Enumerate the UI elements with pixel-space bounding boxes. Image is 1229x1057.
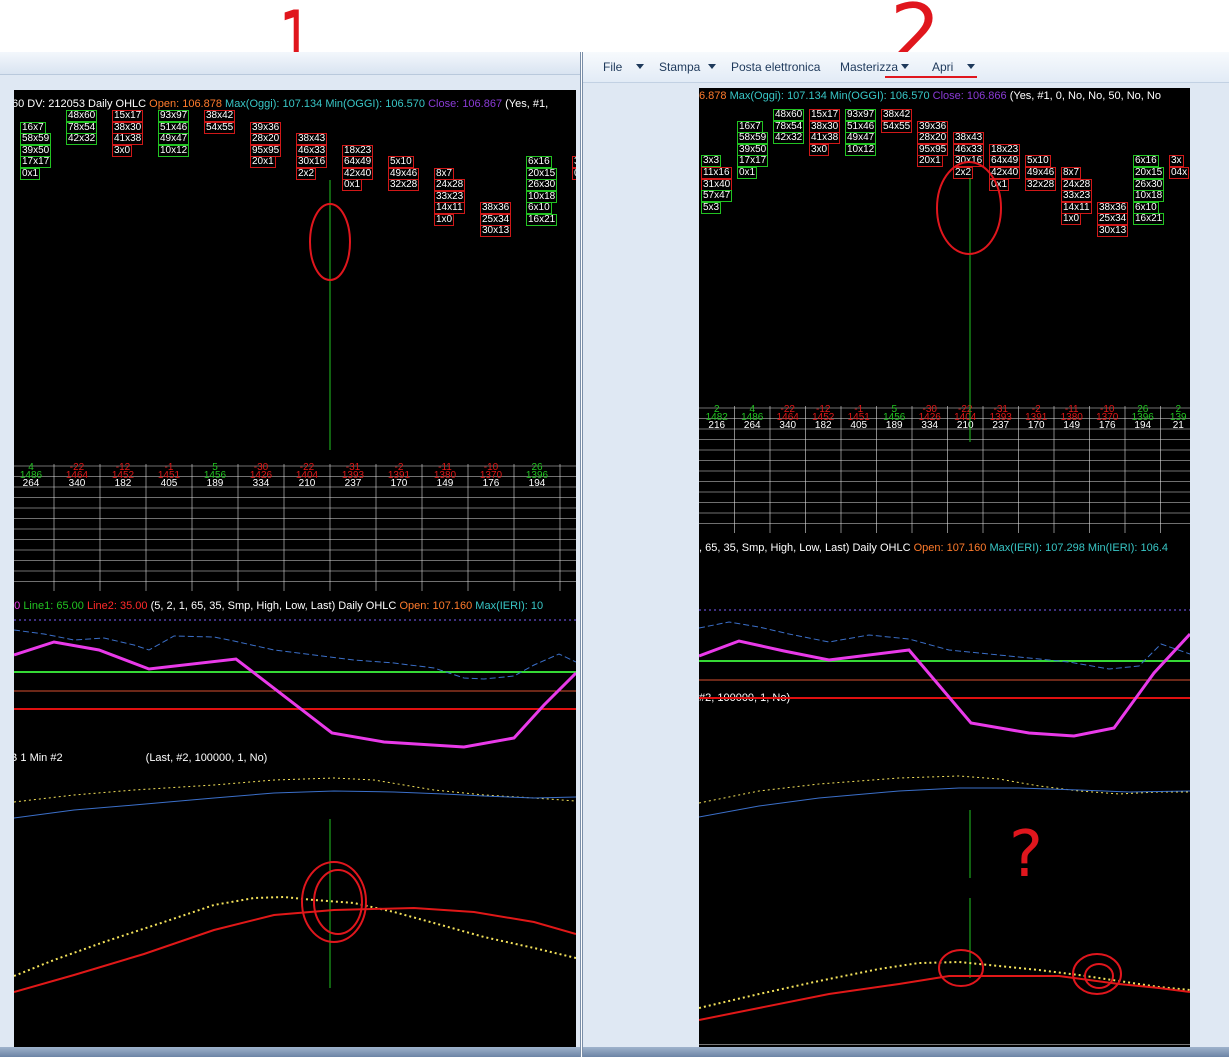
upper-blue-line xyxy=(14,790,576,819)
annotation-circle-fp xyxy=(936,161,1002,255)
annotation-circle-price-inner xyxy=(313,869,363,935)
toolbar-masterizza[interactable]: Masterizza xyxy=(840,60,898,74)
annotation-question-mark: ? xyxy=(1009,818,1043,892)
chart-area-right[interactable]: 6.878 Max(Oggi): 107.134 Min(OGGI): 106.… xyxy=(699,88,1190,1057)
upper-dotted-band xyxy=(699,775,1190,804)
osc-magenta xyxy=(14,640,576,749)
file-dropdown-icon[interactable] xyxy=(636,64,644,69)
osc-magenta xyxy=(699,632,1190,738)
window-title-strip xyxy=(0,52,580,75)
chart-lines-right xyxy=(699,161,1190,1021)
annotation-circle-price xyxy=(301,861,367,943)
annotation-circle-cross-1 xyxy=(938,949,984,987)
chart-area-left[interactable]: 60 DV: 212053 Daily OHLC Open: 106.878 M… xyxy=(14,90,576,1057)
toolbar-apri[interactable]: Apri xyxy=(932,60,953,74)
taskbar-strip xyxy=(583,1047,1229,1057)
explorer-toolbar: File Stampa Posta elettronica Masterizza… xyxy=(583,52,1229,83)
stampa-dropdown-icon[interactable] xyxy=(708,64,716,69)
chart-lines-left xyxy=(14,180,576,993)
chart-window-right[interactable]: File Stampa Posta elettronica Masterizza… xyxy=(582,52,1229,1057)
upper-dotted-band xyxy=(14,777,576,803)
masterizza-dropdown-icon[interactable] xyxy=(901,64,909,69)
upper-blue-line xyxy=(699,787,1190,818)
toolbar-posta-elettronica[interactable]: Posta elettronica xyxy=(731,60,820,74)
toolbar-file[interactable]: File xyxy=(603,60,622,74)
annotation-underline xyxy=(885,76,977,78)
toolbar-stampa[interactable]: Stampa xyxy=(659,60,700,74)
chart-window-left[interactable]: 60 DV: 212053 Daily OHLC Open: 106.878 M… xyxy=(0,52,581,1057)
taskbar-strip xyxy=(0,1047,580,1057)
price-red-line xyxy=(14,906,576,993)
apri-dropdown-icon[interactable] xyxy=(967,64,975,69)
price-red-line xyxy=(699,975,1190,1021)
lower-dotted-band xyxy=(14,895,576,977)
